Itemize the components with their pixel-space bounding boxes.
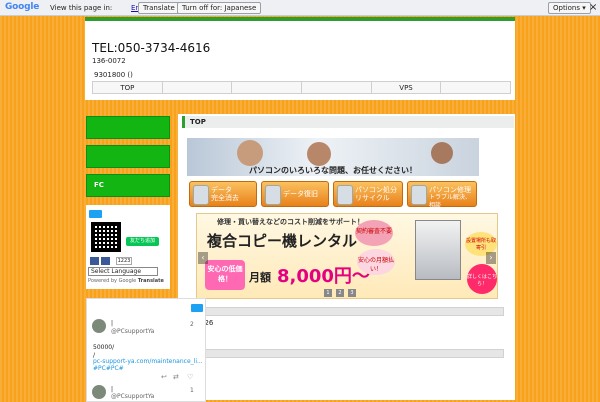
button-label-line1: パソコン処分 [355,186,397,194]
price-value: 8,000円〜 [277,266,370,287]
nav-item-vps[interactable]: VPS [372,82,442,93]
nav-item[interactable] [441,82,510,93]
tweet-time: 1 [190,387,194,394]
data-erase-button[interactable]: データ 完全消去 [189,181,257,207]
site-header: TEL:050-3734-4616 136-0072 9301800 () TO… [85,17,515,100]
facebook-share-icon[interactable] [101,257,110,265]
hero-caption: パソコンのいろいろな問題、お任せください！ [249,166,417,175]
tweet-hashtags[interactable]: #PC#PC# [93,365,124,372]
address: 9301800 () [94,71,133,79]
twitter-timeline: | @PCsupportYa 2 50000/ / pc-support-ya.… [86,298,206,402]
sidebar-button-2[interactable] [86,145,170,168]
button-label-line2: トラブル解決、相談 [429,194,472,209]
language-dropdown[interactable]: Select Language [88,267,158,276]
person-photo [237,140,263,166]
nav-item-top[interactable]: TOP [93,82,163,93]
line-add-friend-button[interactable]: 友だち追加 [126,237,159,246]
reply-icon[interactable]: ↩ [161,373,167,381]
powered-by: Powered by Google Translate [88,278,164,284]
retweet-icon[interactable]: ⇄ [173,373,179,381]
person-photo [431,142,453,164]
nav-item[interactable] [232,82,303,93]
tweet-author[interactable]: | [111,386,113,393]
data-recovery-button[interactable]: データ復旧 [261,181,329,207]
powered-by-label: Powered by [88,278,117,284]
low-price-badge: 安心の低価格！ [205,260,245,290]
slider-dot[interactable]: 3 [348,289,356,297]
tweet-handle[interactable]: @PCsupportYa [111,328,154,335]
computer-icon [337,185,353,205]
price-label: 月額 [249,271,271,284]
button-label-line1: データ復旧 [283,190,318,198]
sidebar-button-fc[interactable]: FC [86,174,170,197]
facebook-icon[interactable] [90,257,99,265]
close-icon[interactable]: × [589,2,597,13]
hard-drive-icon [265,185,281,205]
main-nav: TOP VPS [92,81,511,94]
button-label-line2: 完全消去 [211,194,239,202]
twitter-icon[interactable] [89,210,102,218]
nav-item[interactable] [163,82,233,93]
turn-off-button[interactable]: Turn off for: Japanese [177,2,262,14]
slider-dot[interactable]: 1 [324,289,332,297]
copier-rental-banner[interactable]: 修理・買い替えなどのコスト削減をサポート！ 複合コピー機レンタル 安心の低価格！… [196,213,498,299]
tweet-handle[interactable]: @PCsupportYa [111,393,154,400]
options-button[interactable]: Options ▾ [548,2,591,14]
translate-button[interactable]: Translate [138,2,180,14]
tweet-author[interactable]: | [111,320,113,327]
tools-icon [411,185,427,205]
translate-label: Translate [137,278,164,284]
content-bar [200,349,504,358]
share-count: 1223 [116,257,132,265]
slider-next-icon[interactable]: › [486,252,496,264]
pc-recycle-button[interactable]: パソコン処分 リサイクル [333,181,403,207]
content-bar [200,307,504,316]
twitter-icon[interactable] [191,304,203,312]
tweet-text: 50000/ [93,344,115,351]
button-label-line1: パソコン修理 [429,186,471,194]
avatar[interactable] [92,319,106,333]
view-page-label: View this page in: [50,4,113,12]
slider-prev-icon[interactable]: ‹ [198,252,208,264]
google-logo: Google [5,2,40,12]
person-photo [307,142,331,166]
phone-number: TEL:050-3734-4616 [92,41,211,55]
copier-image [415,220,461,280]
zip-code: 136-0072 [92,57,126,65]
hero-image: パソコンのいろいろな問題、お任せください！ [187,138,479,176]
bubble-monthly: 安心の月額払い！ [357,249,395,275]
tweet-link[interactable]: pc-support-ya.com/maintenance_li... [93,358,203,365]
pc-repair-button[interactable]: パソコン修理 トラブル解決、相談 [407,181,477,209]
bubble-no-review: 契約審査不要 [355,220,393,246]
qr-code [91,222,121,252]
google-label: Google [118,278,137,284]
button-label-line2: リサイクル [355,194,390,202]
sidebar-widget: 友だち追加 1223 Select Language Powered by Go… [86,205,170,289]
details-button[interactable]: 詳しくはこちら！ [467,264,497,294]
trash-icon [193,185,209,205]
like-icon[interactable]: ♡ [187,373,193,381]
slider-dot[interactable]: 2 [336,289,344,297]
sidebar-button-1[interactable] [86,116,170,139]
page-title: TOP [182,116,514,128]
banner-top-text: 修理・買い替えなどのコスト削減をサポート！ [217,218,364,226]
translate-bar: Google View this page in: English Transl… [0,0,600,16]
banner-title: 複合コピー機レンタル [207,232,358,250]
button-label-line1: データ [211,186,232,194]
avatar[interactable] [92,385,106,399]
tweet-time: 2 [190,321,194,328]
nav-item[interactable] [302,82,372,93]
